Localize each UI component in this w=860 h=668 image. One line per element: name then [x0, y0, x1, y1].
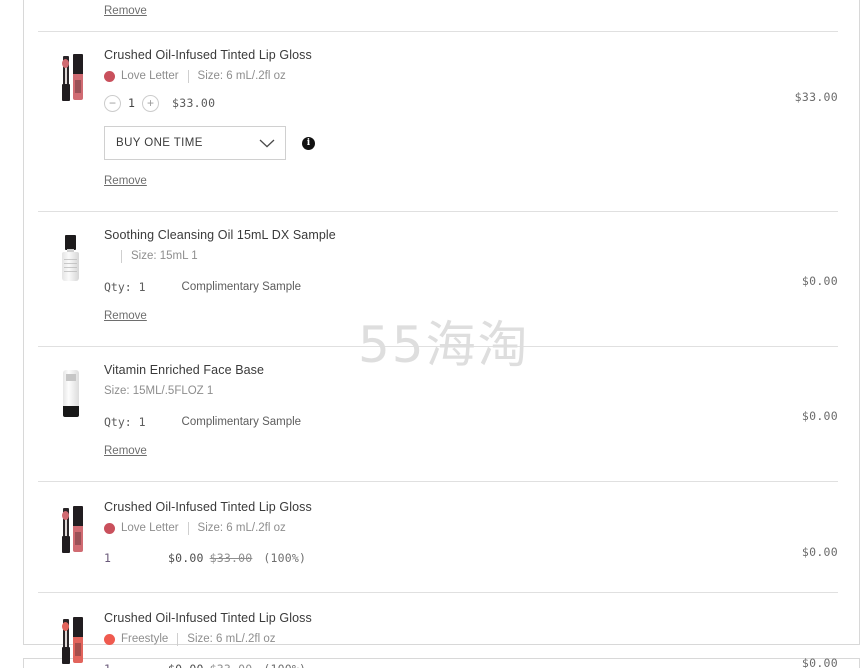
subscription-row: BUY ONE TIME i	[104, 126, 718, 160]
info-icon[interactable]: i	[302, 136, 315, 150]
product-thumbnail-face-base-icon	[48, 365, 94, 423]
line-total-value: $0.00	[801, 409, 838, 423]
quantity-line: Qty: 1 Complimentary Sample	[104, 280, 718, 294]
remove-link[interactable]: Remove	[104, 175, 147, 187]
product-thumbnail-lipgloss-icon	[48, 502, 94, 560]
shade-swatch-icon	[104, 70, 115, 82]
decrease-quantity-button[interactable]: −	[104, 94, 121, 112]
item-details: Remove	[104, 1, 718, 28]
cart-item: Crushed Oil-Infused Tinted Lip Gloss Fre…	[38, 593, 838, 668]
line-total: $0.00	[718, 605, 838, 668]
thumbnail-cell	[38, 357, 104, 459]
line-total: $33.00	[718, 42, 838, 189]
product-name[interactable]: Crushed Oil-Infused Tinted Lip Gloss	[104, 611, 718, 625]
increase-quantity-button[interactable]: +	[142, 94, 159, 112]
product-size: Size: 6 mL/.2fl oz	[197, 522, 286, 534]
discount-line: 1 $0.00 $33.00 (100%)	[104, 662, 718, 668]
shade-swatch-icon	[104, 522, 115, 534]
thumbnail-cell	[38, 42, 104, 189]
product-variant: Love Letter Size: 6 mL/.2fl oz	[104, 521, 718, 535]
unit-price: $33.00	[172, 96, 216, 110]
quantity-value: 1	[104, 662, 112, 668]
thumbnail-cell	[38, 222, 104, 324]
item-details: Crushed Oil-Infused Tinted Lip Gloss Lov…	[104, 42, 718, 189]
product-variant: Size: 15mL 1	[104, 249, 718, 263]
item-details: Crushed Oil-Infused Tinted Lip Gloss Fre…	[104, 605, 718, 668]
product-size: Size: 6 mL/.2fl oz	[197, 70, 286, 82]
cart-item: Crushed Oil-Infused Tinted Lip Gloss Lov…	[38, 482, 838, 583]
original-price: $33.00	[210, 662, 253, 668]
thumbnail-cell	[38, 605, 104, 668]
product-name[interactable]: Soothing Cleansing Oil 15mL DX Sample	[104, 228, 718, 242]
line-total: $0.00	[718, 222, 838, 324]
discounted-price: $0.00	[168, 662, 204, 668]
remove-link[interactable]: Remove	[104, 445, 147, 457]
site-watermark: 55海淘	[358, 316, 530, 374]
chevron-down-icon	[259, 139, 275, 147]
line-total-value: $0.00	[801, 656, 838, 668]
discount-percent: (100%)	[263, 662, 306, 668]
meta-separator	[121, 249, 122, 263]
line-total-value: $0.00	[801, 274, 838, 288]
quantity-value: 1	[128, 96, 135, 110]
line-total: $0.00	[718, 357, 838, 459]
thumbnail-cell	[38, 494, 104, 577]
product-size: Size: 15mL 1	[131, 250, 198, 262]
product-size: Size: 6 mL/.2fl oz	[187, 633, 276, 645]
line-total: $0.00	[718, 494, 838, 577]
cart-page: 55海淘 Remove Crushed Oil-Infused Tinted L…	[0, 0, 860, 668]
discounted-price: $0.00	[168, 551, 204, 565]
cart-item: Crushed Oil-Infused Tinted Lip Gloss Lov…	[38, 32, 838, 195]
product-name[interactable]: Crushed Oil-Infused Tinted Lip Gloss	[104, 48, 718, 62]
discount-percent: (100%)	[263, 551, 307, 565]
product-thumbnail-lipgloss-icon	[48, 50, 94, 108]
shade-name: Freestyle	[121, 633, 169, 645]
product-variant: Size: 15ML/.5FLOZ 1	[104, 384, 718, 398]
quantity-line: Qty: 1 Complimentary Sample	[104, 415, 718, 429]
product-thumbnail-oil-bottle-icon	[48, 230, 94, 288]
subscription-select[interactable]: BUY ONE TIME	[104, 126, 286, 160]
complimentary-note: Complimentary Sample	[181, 416, 302, 428]
quantity-label: Qty: 1	[104, 415, 146, 429]
shade-swatch-icon	[104, 633, 115, 645]
line-total-value: $33.00	[794, 90, 838, 104]
remove-link[interactable]: Remove	[104, 5, 147, 17]
product-thumbnail-lipgloss-icon	[48, 613, 94, 668]
product-variant: Freestyle Size: 6 mL/.2fl oz	[104, 632, 718, 646]
product-name[interactable]: Crushed Oil-Infused Tinted Lip Gloss	[104, 500, 718, 514]
discount-line: 1 $0.00 $33.00 (100%)	[104, 551, 718, 565]
line-total-value: $0.00	[801, 545, 838, 559]
quantity-label: Qty: 1	[104, 280, 146, 294]
remove-link[interactable]: Remove	[104, 310, 147, 322]
shade-name: Love Letter	[121, 522, 179, 534]
meta-separator	[187, 69, 189, 83]
subscription-select-value: BUY ONE TIME	[116, 137, 203, 149]
meta-separator	[187, 521, 189, 535]
quantity-stepper: − 1 + $33.00	[104, 93, 718, 113]
shade-name: Love Letter	[121, 70, 179, 82]
complimentary-note: Complimentary Sample	[181, 281, 302, 293]
original-price: $33.00	[209, 551, 253, 565]
quantity-value: 1	[104, 551, 112, 565]
thumbnail-cell	[38, 1, 104, 28]
product-size: Size: 15ML/.5FLOZ 1	[104, 385, 214, 397]
cart-item-partial: Remove	[38, 1, 838, 28]
meta-separator	[177, 632, 179, 646]
product-variant: Love Letter Size: 6 mL/.2fl oz	[104, 69, 718, 83]
line-total	[718, 1, 838, 28]
item-details: Crushed Oil-Infused Tinted Lip Gloss Lov…	[104, 494, 718, 577]
